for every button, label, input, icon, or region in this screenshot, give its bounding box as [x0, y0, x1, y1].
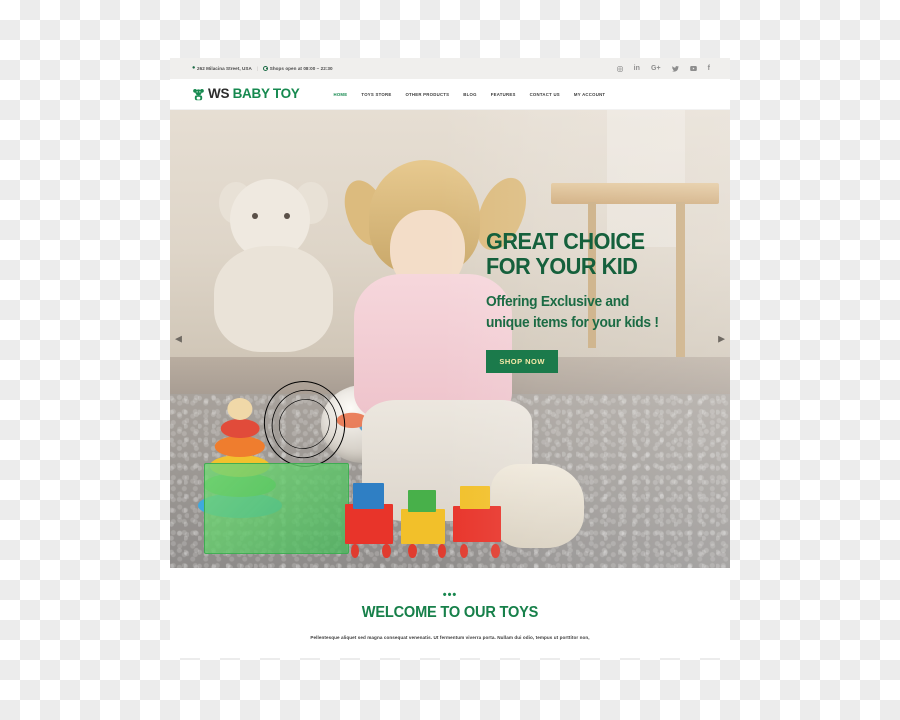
clock-icon — [263, 66, 269, 71]
logo-text-accent: BABY TOY — [232, 86, 300, 102]
hero-title-line2: FOR YOUR KID — [486, 252, 638, 279]
photo-teddy-bear — [209, 178, 338, 352]
linkedin-icon[interactable]: in — [634, 65, 640, 72]
welcome-title: WELCOME TO OUR TOYS — [361, 603, 539, 621]
googleplus-icon[interactable]: G+ — [651, 65, 661, 72]
welcome-paragraph: Pellentesque aliquet sed magna consequat… — [310, 634, 590, 640]
hours-text: Shops open at 08:00 – 22:30 — [269, 66, 333, 71]
hours-item: Shops open at 08:00 – 22:30 — [263, 66, 333, 71]
instagram-icon[interactable] — [616, 65, 623, 72]
address-item: ● 262 Milacina Street, USA — [192, 64, 252, 72]
nav-item-toys-store[interactable]: TOYS STORE — [361, 92, 391, 97]
hero-subtitle-line1: Offering Exclusive and — [486, 293, 630, 310]
photo-bead-maze — [254, 373, 355, 477]
site-logo[interactable]: WS BABY TOY — [192, 86, 300, 102]
photo-green-crate — [203, 462, 350, 555]
facebook-icon[interactable]: f — [708, 65, 710, 72]
nav-item-contact-us[interactable]: CONTACT US — [530, 92, 560, 97]
hero-subtitle-line2: unique items for your kids ! — [486, 314, 660, 331]
hero-title: GREAT CHOICE FOR YOUR KID — [486, 229, 702, 278]
hero-slider: GREAT CHOICE FOR YOUR KID Offering Exclu… — [170, 110, 730, 568]
logo-text: WS BABY TOY — [208, 86, 300, 102]
nav-item-blog[interactable]: BLOG — [463, 92, 476, 97]
address-text: 262 Milacina Street, USA — [197, 66, 252, 71]
teddy-bear-icon — [193, 88, 204, 100]
section-dots-decoration: ••• — [442, 589, 458, 601]
social-links: in G+ f — [616, 65, 722, 72]
nav-item-other-products[interactable]: OTHER PRODUCTS — [405, 92, 449, 97]
twitter-icon[interactable] — [671, 65, 679, 72]
carousel-next-arrow-icon[interactable]: ▶ — [718, 334, 725, 344]
location-pin-icon: ● — [192, 64, 196, 71]
site-header: WS BABY TOY HOME TOYS STORE OTHER PRODUC… — [170, 79, 730, 110]
logo-text-primary: WS — [208, 86, 230, 102]
hero-subtitle: Offering Exclusive and unique items for … — [486, 292, 709, 333]
main-navigation: HOME TOYS STORE OTHER PRODUCTS BLOG FEAT… — [333, 92, 605, 97]
hero-title-line1: GREAT CHOICE — [486, 228, 646, 255]
top-info-bar: ● 262 Milacina Street, USA | Shops open … — [170, 58, 730, 79]
shop-now-button[interactable]: SHOP NOW — [486, 350, 558, 374]
carousel-prev-arrow-icon[interactable]: ◀ — [175, 334, 182, 344]
nav-item-my-account[interactable]: MY ACCOUNT — [574, 92, 605, 97]
welcome-section: ••• WELCOME TO OUR TOYS Pellentesque ali… — [170, 568, 730, 641]
nav-item-home[interactable]: HOME — [333, 92, 347, 97]
youtube-icon[interactable] — [689, 66, 697, 71]
website-page: ● 262 Milacina Street, USA | Shops open … — [170, 58, 730, 658]
topbar-contact-info: ● 262 Milacina Street, USA | Shops open … — [192, 64, 333, 72]
nav-item-features[interactable]: FEATURES — [491, 92, 516, 97]
hero-copy: GREAT CHOICE FOR YOUR KID Offering Exclu… — [486, 229, 721, 374]
topbar-separator: | — [256, 66, 259, 71]
